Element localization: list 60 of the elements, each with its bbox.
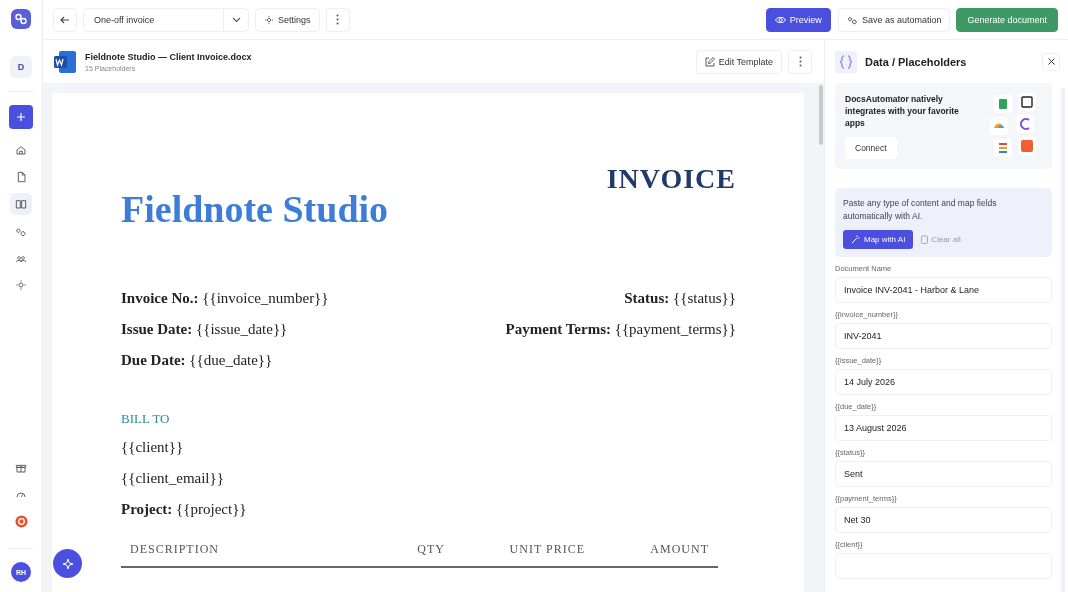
settings-icon	[15, 278, 27, 291]
connect-button[interactable]: Connect	[845, 137, 897, 159]
invoice-field: Issue Date: {{issue_date}}	[121, 314, 329, 345]
more-button[interactable]	[788, 49, 812, 74]
edit-template-button[interactable]: Edit Template	[695, 49, 782, 74]
ai-description: Paste any type of content and map fields automatically with AI.	[843, 197, 998, 223]
column-header: DESCRIPTION	[130, 542, 220, 557]
add-button[interactable]	[9, 105, 33, 129]
workspace-button[interactable]: D	[10, 56, 32, 78]
template-select[interactable]: One-off invoice	[83, 7, 249, 32]
plus-icon	[16, 112, 26, 122]
save-automation-button[interactable]: Save as automation	[837, 7, 951, 32]
bill-to-line: {{client_email}}	[121, 469, 225, 488]
panel-title: Data / Placeholders	[865, 55, 967, 68]
input-field[interactable]: INV-2041	[835, 323, 1052, 349]
promo-text: DocsAutomator natively integrates with your favorite apps	[845, 93, 960, 129]
invoice-field: Status: {{status}}	[624, 283, 736, 314]
invoice-field: Due Date: {{due_date}}	[121, 345, 329, 376]
eye-icon	[774, 15, 786, 24]
file-name: Fieldnote Studio — Client Invoice.docx	[85, 51, 252, 62]
book-icon	[15, 197, 27, 210]
chevron-down-icon	[231, 16, 241, 23]
invoice-field: Invoice No.: {{invoice_number}}	[121, 283, 329, 314]
document-icon	[15, 170, 27, 183]
back-arrow-icon	[60, 14, 70, 25]
invoice-field: Payment Terms: {{payment_terms}}	[505, 314, 736, 345]
bill-to-line: {{client}}	[121, 438, 185, 457]
back-button[interactable]	[53, 7, 77, 32]
word-file-icon	[53, 49, 77, 74]
settings-button[interactable]: Settings	[255, 7, 320, 32]
input-field[interactable]: 13 August 2026	[835, 415, 1052, 441]
wand-icon	[851, 235, 860, 244]
bill-to-heading: BILL TO	[121, 410, 171, 428]
preview-button[interactable]: Preview	[765, 7, 831, 32]
project-field: Project: {{project}}	[121, 494, 736, 525]
settings-icon	[264, 14, 274, 25]
home-icon	[15, 143, 27, 156]
column-header: UNIT PRICE	[508, 542, 585, 557]
braces-icon	[835, 50, 857, 73]
gears-icon	[846, 14, 858, 25]
input-field[interactable]: Invoice INV-2041 - Harbor & Lane	[835, 277, 1052, 303]
clipboard-icon	[921, 235, 929, 244]
input-field[interactable]: Sent	[835, 461, 1052, 487]
nav-item[interactable]	[10, 192, 32, 215]
sparkle-icon	[61, 557, 74, 570]
more-icon	[336, 14, 340, 25]
column-header: QTY	[416, 542, 445, 557]
input-field[interactable]: Net 30	[835, 507, 1052, 533]
more-button[interactable]	[325, 7, 350, 32]
input-field[interactable]: 14 July 2026	[835, 369, 1052, 395]
edit-icon	[704, 56, 715, 67]
invoice-title: INVOICE	[606, 163, 736, 195]
company-name: Fieldnote Studio	[121, 187, 389, 231]
close-icon	[1047, 58, 1055, 65]
more-icon	[798, 56, 802, 67]
map-with-ai-button[interactable]: Map with AI	[843, 230, 914, 249]
column-header: AMOUNT	[649, 542, 709, 557]
badge-icon[interactable]	[14, 515, 28, 528]
app-logo-icon[interactable]	[11, 9, 31, 29]
close-button[interactable]	[1042, 52, 1060, 71]
